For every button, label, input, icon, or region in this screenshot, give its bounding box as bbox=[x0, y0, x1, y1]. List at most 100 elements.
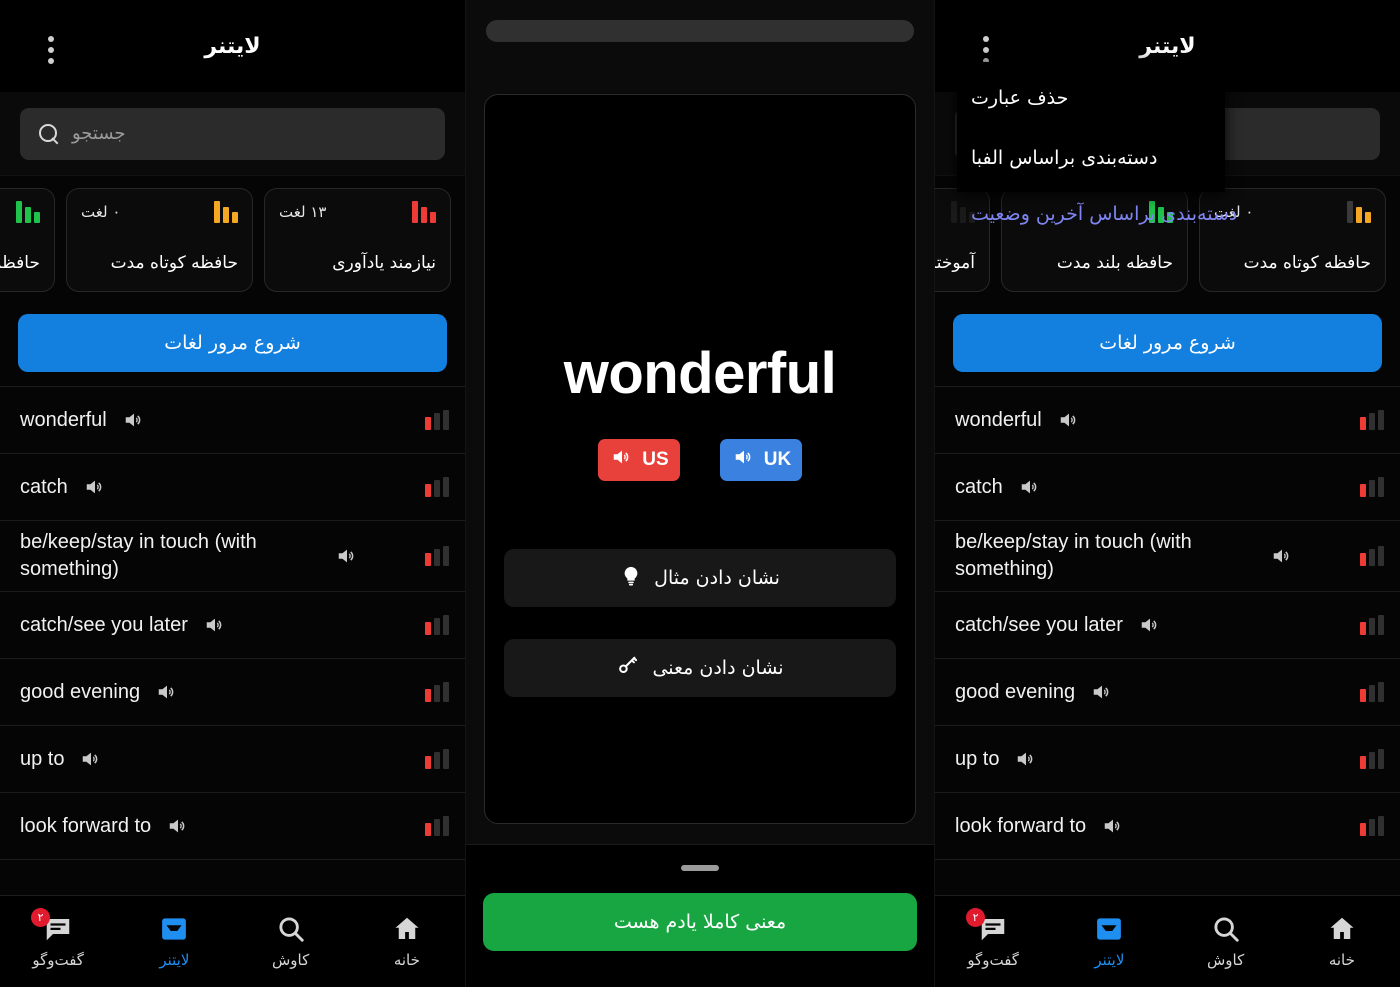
stat-card-top bbox=[0, 201, 40, 223]
inbox-icon bbox=[159, 914, 189, 944]
search-icon bbox=[1211, 914, 1241, 944]
nav-item-label: کاوش bbox=[1207, 951, 1245, 969]
stat-card-label: حافظه کوتاه مدت bbox=[1243, 253, 1371, 273]
table-row[interactable]: good evening bbox=[935, 659, 1400, 726]
lightbulb-icon bbox=[620, 565, 642, 592]
nav-item-خانه[interactable]: خانه bbox=[349, 896, 465, 987]
start-review-button[interactable]: شروع مرور لغات bbox=[18, 314, 447, 372]
level-bars-icon bbox=[425, 816, 449, 836]
speaker-icon[interactable] bbox=[334, 545, 360, 567]
nav-item-لایتنر[interactable]: لایتنر bbox=[1051, 896, 1167, 987]
bar-chart-icon bbox=[214, 201, 238, 223]
speaker-icon[interactable] bbox=[154, 681, 180, 703]
table-row[interactable]: catch/see you later bbox=[0, 592, 465, 659]
speaker-icon[interactable] bbox=[1100, 815, 1126, 837]
table-row[interactable]: look forward to bbox=[0, 793, 465, 860]
table-row[interactable]: look forward to bbox=[935, 793, 1400, 860]
speaker-icon[interactable] bbox=[1013, 748, 1039, 770]
bar-chart-icon bbox=[16, 201, 40, 223]
key-icon bbox=[616, 655, 640, 682]
level-bars-icon bbox=[425, 749, 449, 769]
accent-button-us[interactable]: US bbox=[598, 439, 680, 481]
word-text: wonderful bbox=[955, 408, 1042, 431]
word-text: catch/see you later bbox=[955, 613, 1123, 636]
nav-item-گفت‌وگو[interactable]: ۲ گفت‌وگو bbox=[0, 896, 116, 987]
word-list-left: wonderful catch be/keep/stay in touch (w… bbox=[935, 386, 1400, 860]
stat-card-count: ۱۳ لغت bbox=[279, 203, 327, 221]
nav-item-label: کاوش bbox=[272, 951, 310, 969]
table-row[interactable]: be/keep/stay in touch (with something) bbox=[935, 521, 1400, 592]
table-row[interactable]: up to bbox=[0, 726, 465, 793]
review-progress-bar bbox=[486, 20, 914, 42]
speaker-icon[interactable] bbox=[78, 748, 104, 770]
more-vertical-icon[interactable] bbox=[36, 30, 66, 70]
menu-item-2[interactable]: دسته‌بندی براساس آخرین وضعیت bbox=[957, 184, 1239, 244]
search-icon bbox=[38, 123, 60, 145]
word-list-right: wonderful catch be/keep/stay in touch (w… bbox=[0, 386, 465, 860]
speaker-icon[interactable] bbox=[202, 614, 228, 636]
nav-item-گفت‌وگو[interactable]: ۲ گفت‌وگو bbox=[935, 896, 1051, 987]
stat-card-label: حافظه کوتاه مدت bbox=[110, 253, 238, 273]
stat-card[interactable]: ۰ لغت حافظه کوتاه مدت bbox=[66, 188, 253, 292]
flashcard[interactable]: wonderful UK US نشان دادن مثال نشان دادن… bbox=[484, 94, 916, 824]
level-bars-icon bbox=[1360, 816, 1384, 836]
search-icon bbox=[276, 914, 306, 944]
remember-fully-button[interactable]: معنی کاملا یادم هست bbox=[483, 893, 917, 951]
page-title: لایتنر bbox=[204, 33, 261, 59]
accent-button-uk[interactable]: UK bbox=[720, 439, 802, 481]
nav-item-کاوش[interactable]: کاوش bbox=[233, 896, 349, 987]
menu-item-0[interactable]: حذف عبارت bbox=[957, 68, 1225, 128]
word-text: catch bbox=[955, 475, 1003, 498]
stat-card-top: ۰ لغت bbox=[81, 201, 238, 223]
table-row[interactable]: catch/see you later bbox=[935, 592, 1400, 659]
level-bars-icon bbox=[1360, 477, 1384, 497]
accent-label: US bbox=[642, 449, 669, 470]
stat-card[interactable]: ۱۳ لغت نیازمند یادآوری bbox=[264, 188, 451, 292]
drag-handle[interactable] bbox=[681, 865, 719, 871]
panel-middle-flashcard: wonderful UK US نشان دادن مثال نشان دادن… bbox=[465, 0, 935, 987]
table-row[interactable]: catch bbox=[0, 454, 465, 521]
table-row[interactable]: wonderful bbox=[935, 387, 1400, 454]
speaker-icon[interactable] bbox=[1017, 476, 1043, 498]
table-row[interactable]: wonderful bbox=[0, 387, 465, 454]
menu-item-1[interactable]: دسته‌بندی براساس الفبا bbox=[957, 128, 1225, 188]
nav-item-لایتنر[interactable]: لایتنر bbox=[116, 896, 232, 987]
table-row[interactable]: be/keep/stay in touch (with something) bbox=[0, 521, 465, 592]
speaker-icon[interactable] bbox=[82, 476, 108, 498]
show-example-label: نشان دادن مثال bbox=[654, 567, 780, 589]
table-row[interactable]: catch bbox=[935, 454, 1400, 521]
chat-icon: ۲ bbox=[966, 908, 1008, 944]
speaker-icon[interactable] bbox=[121, 409, 147, 431]
word-text: look forward to bbox=[20, 814, 152, 837]
start-review-button[interactable]: شروع مرور لغات bbox=[953, 314, 1382, 372]
word-text: be/keep/stay in touch (with something) bbox=[20, 531, 257, 580]
inbox-icon bbox=[1094, 914, 1124, 944]
speaker-icon[interactable] bbox=[1137, 614, 1163, 636]
nav-item-label: خانه bbox=[1328, 951, 1355, 969]
table-row[interactable]: up to bbox=[935, 726, 1400, 793]
speaker-icon[interactable] bbox=[165, 815, 191, 837]
accent-label: UK bbox=[763, 449, 792, 470]
show-meaning-label: نشان دادن معنی bbox=[652, 657, 784, 679]
search-placeholder: جستجو bbox=[72, 123, 126, 144]
stat-cards-row-right: ۱۳ لغت نیازمند یادآوری ۰ لغت حافظه کوتاه… bbox=[0, 176, 465, 298]
nav-item-خانه[interactable]: خانه bbox=[1284, 896, 1400, 987]
stat-card[interactable]: حافظه بلند مدت bbox=[0, 188, 55, 292]
speaker-icon bbox=[731, 446, 757, 474]
nav-item-label: خانه bbox=[393, 951, 420, 969]
speaker-icon[interactable] bbox=[1056, 409, 1082, 431]
level-bars-icon bbox=[1360, 615, 1384, 635]
speaker-icon[interactable] bbox=[1269, 545, 1295, 567]
table-row[interactable]: good evening bbox=[0, 659, 465, 726]
search-input[interactable]: جستجو bbox=[20, 107, 445, 160]
overflow-menu[interactable]: حذف عبارت دسته‌بندی براساس الفبا دسته‌بن… bbox=[957, 62, 1237, 225]
show-example-button[interactable]: نشان دادن مثال bbox=[504, 549, 896, 607]
nav-item-label: گفت‌وگو bbox=[967, 951, 1019, 969]
speaker-icon[interactable] bbox=[1089, 681, 1115, 703]
word-text: good evening bbox=[20, 680, 141, 703]
level-bars-icon bbox=[425, 477, 449, 497]
stat-card-count: ۰ لغت bbox=[81, 203, 121, 221]
level-bars-icon bbox=[1360, 682, 1384, 702]
nav-item-کاوش[interactable]: کاوش bbox=[1168, 896, 1284, 987]
show-meaning-button[interactable]: نشان دادن معنی bbox=[504, 639, 896, 697]
